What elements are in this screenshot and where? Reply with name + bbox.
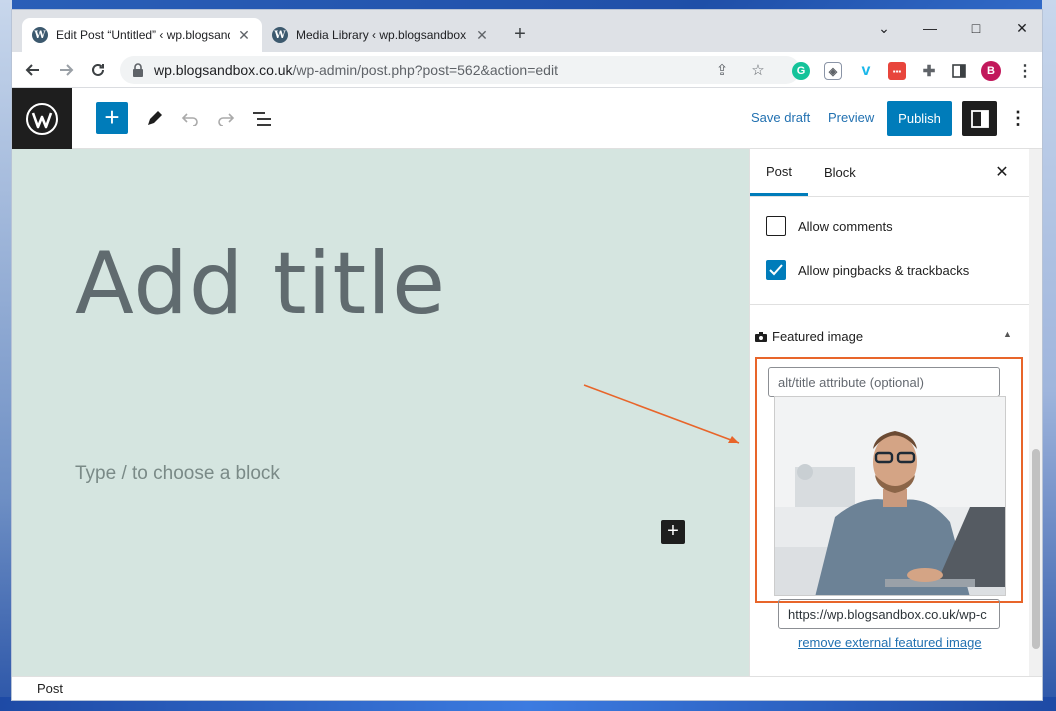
url-path: /wp-admin/post.php?post=562&action=edit — [292, 62, 558, 78]
wordpress-logo[interactable] — [12, 88, 72, 149]
shield-icon[interactable]: ◈ — [824, 62, 842, 80]
publish-button[interactable]: Publish — [887, 101, 952, 136]
options-menu-icon[interactable]: ⋮ — [1009, 106, 1027, 132]
close-icon[interactable]: ✕ — [236, 27, 252, 44]
document-overview-icon[interactable] — [249, 106, 275, 132]
pencil-tools-icon[interactable] — [141, 106, 167, 132]
grammarly-icon[interactable]: G — [792, 62, 810, 80]
profile-avatar[interactable]: B — [981, 61, 1001, 81]
editor-canvas[interactable]: Add title Type / to choose a block + — [12, 149, 749, 676]
scrollbar-thumb[interactable] — [1032, 449, 1040, 649]
block-breadcrumb[interactable]: Post — [12, 676, 1042, 700]
featured-image-url-input[interactable]: https://wp.blogsandbox.co.uk/wp-c — [778, 599, 1000, 629]
close-icon[interactable]: ✕ — [474, 27, 490, 44]
alt-attribute-input[interactable]: alt/title attribute (optional) — [768, 367, 1000, 397]
allow-comments-label: Allow comments — [798, 218, 893, 234]
bookmark-star-icon[interactable]: ☆ — [746, 56, 770, 84]
puzzle-icon[interactable]: ✚ — [920, 62, 938, 80]
allow-pingbacks-label: Allow pingbacks & trackbacks — [798, 262, 970, 278]
featured-image-heading[interactable]: Featured image — [755, 329, 863, 344]
minimize-button[interactable]: — — [910, 16, 950, 40]
allow-comments-checkbox[interactable] — [766, 216, 786, 236]
recorder-icon[interactable]: ▪▪▪ — [888, 62, 906, 80]
redo-icon[interactable] — [213, 106, 239, 132]
browser-menu-icon[interactable]: ⋮ — [1016, 62, 1034, 80]
side-panel-icon[interactable] — [950, 62, 968, 80]
editor-header: + Save draft Preview Publish ⋮ — [12, 88, 1042, 149]
maximize-button[interactable]: □ — [956, 16, 996, 40]
lock-icon — [133, 63, 143, 77]
collapse-caret-icon[interactable]: ▲ — [1003, 329, 1012, 339]
desktop-wallpaper-right — [1042, 0, 1056, 711]
settings-panel-icon[interactable] — [962, 101, 997, 136]
allow-pingbacks-checkbox[interactable] — [766, 260, 786, 280]
close-icon[interactable]: ✕ — [992, 161, 1012, 185]
featured-image-preview[interactable] — [774, 396, 1006, 596]
tab-media-library[interactable]: W Media Library ‹ wp.blogsandbox ✕ — [262, 18, 500, 52]
browser-toolbar: wp.blogsandbox.co.uk/wp-admin/post.php?p… — [12, 52, 1042, 88]
address-bar[interactable]: wp.blogsandbox.co.uk/wp-admin/post.php?p… — [120, 56, 800, 84]
tab-title: Edit Post “Untitled” ‹ wp.blogsandbox — [56, 28, 230, 42]
featured-image-title: Featured image — [772, 329, 864, 344]
settings-sidebar: Post Block ✕ Allow comments Allow pingba… — [749, 149, 1030, 676]
wordpress-icon — [26, 102, 58, 135]
allow-comments-row[interactable]: Allow comments — [766, 216, 893, 236]
vimeo-icon[interactable]: v — [857, 62, 875, 80]
tab-block[interactable]: Block — [808, 149, 872, 196]
block-inserter-button[interactable]: + — [96, 102, 128, 134]
sidebar-tabs: Post Block ✕ — [750, 149, 1030, 197]
back-icon[interactable] — [21, 58, 45, 82]
close-window-button[interactable]: ✕ — [1002, 16, 1042, 40]
forward-icon[interactable] — [54, 58, 78, 82]
annotation-arrow — [583, 384, 740, 444]
save-draft-button[interactable]: Save draft — [751, 110, 810, 125]
tab-edit-post[interactable]: W Edit Post “Untitled” ‹ wp.blogsandbox … — [22, 18, 262, 52]
camera-icon — [755, 331, 767, 342]
preview-button[interactable]: Preview — [828, 110, 874, 125]
tab-search-button[interactable]: ⌄ — [864, 16, 904, 40]
tab-post[interactable]: Post — [750, 149, 809, 196]
tab-title: Media Library ‹ wp.blogsandbox — [296, 28, 467, 42]
tab-strip: W Edit Post “Untitled” ‹ wp.blogsandbox … — [12, 10, 1042, 52]
divider — [750, 304, 1030, 305]
sidebar-scrollbar[interactable] — [1029, 149, 1042, 676]
reload-icon[interactable] — [86, 58, 110, 82]
allow-pingbacks-row[interactable]: Allow pingbacks & trackbacks — [766, 260, 969, 280]
wordpress-icon: W — [32, 27, 48, 43]
wordpress-icon: W — [272, 27, 288, 43]
checkmark-icon — [769, 264, 783, 276]
url-host: wp.blogsandbox.co.uk — [154, 62, 293, 78]
undo-icon[interactable] — [177, 106, 203, 132]
share-icon[interactable]: ⇪ — [710, 56, 734, 84]
browser-window: W Edit Post “Untitled” ‹ wp.blogsandbox … — [11, 9, 1043, 701]
new-tab-button[interactable]: + — [509, 24, 531, 46]
remove-featured-image-link[interactable]: remove external featured image — [798, 635, 982, 650]
